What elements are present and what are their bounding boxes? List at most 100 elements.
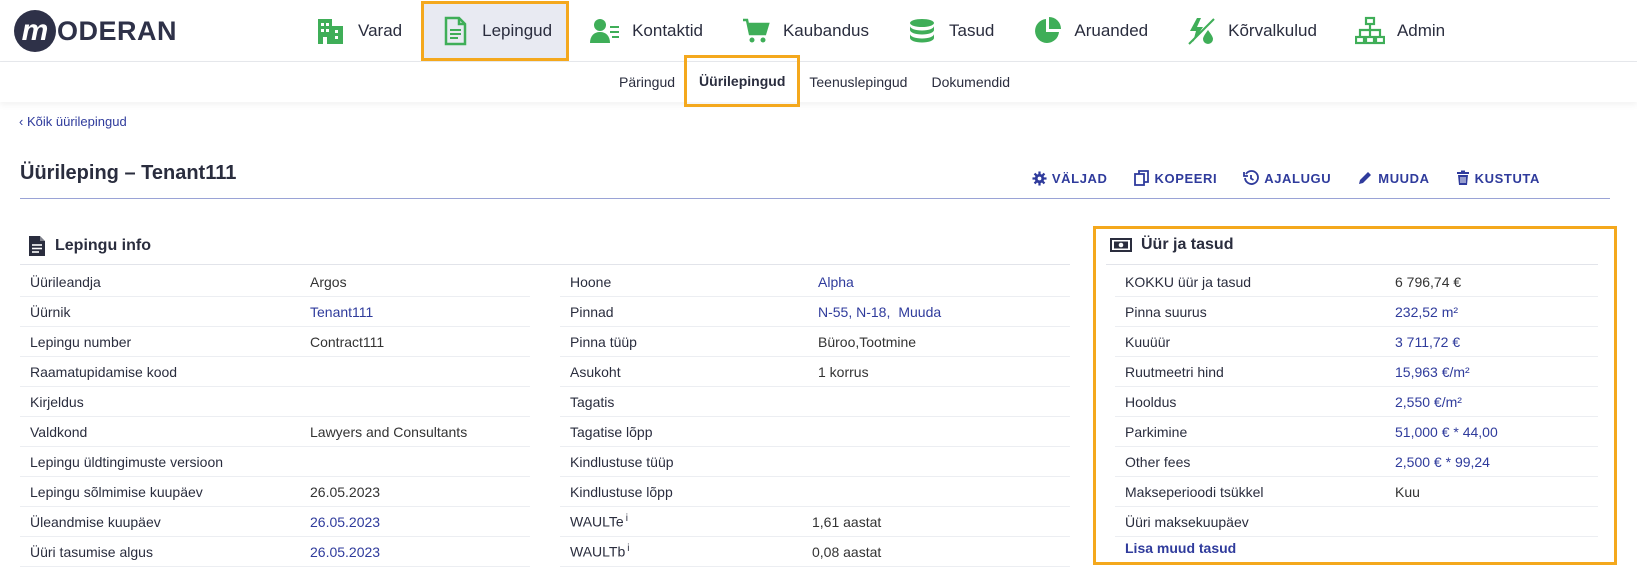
pencil-icon [1359,172,1372,184]
info-key: WAULTe i [560,513,812,530]
info-row: Lepingu üldtingimuste versioon [20,447,530,477]
delete-button[interactable]: KUSTUTA [1456,170,1540,186]
rent-key: Pinna suurus [1125,303,1207,320]
monthly-rent-link[interactable]: 3 711,72 € [1395,334,1460,350]
subnav-teenuslepingud[interactable]: Teenuslepingud [797,62,919,102]
contacts-icon [588,14,622,48]
nav-label: Kaubandus [782,21,869,40]
info-key: Kindlustuse lõpp [570,483,673,500]
info-row: Asukoht 1 korrus [560,357,1070,387]
other-fees-link[interactable]: 2,500 € * 99,24 [1395,454,1490,470]
history-label: AJALUGU [1264,170,1332,186]
info-row: WAULTe i 1,61 aastat [560,507,1070,537]
rent-value: 6 796,74 € [1395,273,1462,290]
info-row: Üürileandja Argos [20,267,530,297]
info-row: Pinnad N-55, N-18, Muuda [560,297,1070,327]
edit-units-link[interactable]: Muuda [898,304,941,320]
info-key: Asukoht [570,363,621,380]
rent-key: Ruutmeetri hind [1125,363,1224,380]
page-title: Üürileping – Tenant111 [20,162,237,184]
parking-link[interactable]: 51,000 € * 44,00 [1395,424,1498,440]
rent-row: Hooldus 2,550 €/m² [1115,387,1598,417]
logo-text: ODERAN [57,15,178,46]
rent-start-link[interactable]: 26.05.2023 [310,544,380,560]
rent-key: KOKKU üür ja tasud [1125,273,1252,290]
subnav-paringud[interactable]: Päringud [607,62,687,102]
chevron-left-icon: ‹ [19,114,27,129]
nav-kaubandus[interactable]: Kaubandus [725,4,883,58]
info-key: Kindlustuse tüüp [570,453,674,470]
info-key: WAULTb i [560,543,812,560]
area-size-link[interactable]: 232,52 m² [1395,304,1458,320]
waultb-label: WAULTb [570,543,626,560]
contract-info-heading: Lepingu info [28,236,151,256]
sub-nav: Päringud Üürilepingud Teenuslepingud Dok… [0,55,1637,107]
info-row: Lepingu sõlmimise kuupäev 26.05.2023 [20,477,530,507]
history-button[interactable]: AJALUGU [1243,170,1331,186]
info-row: Pinna tüüp Büroo,Tootmine [560,327,1070,357]
rent-row: Üüri maksekuupäev [1115,507,1598,537]
info-key: Hoone [570,273,612,290]
subnav-yyrilepingud[interactable]: Üürilepingud [684,55,801,107]
nav-korvalkulud[interactable]: Kõrvalkulud [1170,4,1331,58]
nav-kontaktid[interactable]: Kontaktid [574,4,717,58]
nav-label: Admin [1396,21,1446,40]
contract-info-left: Üürileandja Argos Üürnik Tenant111 Lepingu… [20,267,530,567]
info-key: Lepingu sõlmimise kuupäev [30,483,203,500]
fields-button[interactable]: VÄLJAD [1032,171,1108,186]
sqm-price-link[interactable]: 15,963 €/m² [1395,364,1470,380]
back-link[interactable]: ‹ Kõik üürilepingud [19,114,127,129]
money-icon [1110,238,1132,252]
rent-key: Other fees [1125,453,1191,470]
coins-icon [905,14,939,48]
nav-aruanded[interactable]: Aruanded [1016,4,1162,58]
info-row: Üürnik Tenant111 [20,297,530,327]
rent-row: Ruutmeetri hind 15,963 €/m² [1115,357,1598,387]
edit-button[interactable]: MUUDA [1357,170,1429,186]
rent-key: Üüri maksekuupäev [1125,513,1249,530]
rent-value: Kuu [1395,483,1420,500]
moderan-logo[interactable]: m ODERAN [14,10,177,52]
info-tooltip-icon[interactable]: i [626,513,628,524]
nav-tasud[interactable]: Tasud [891,4,1008,58]
pie-chart-icon [1030,14,1064,48]
document-icon [438,14,472,48]
info-row: Kirjeldus [20,387,530,417]
rent-row: Parkimine 51,000 € * 44,00 [1115,417,1598,447]
fields-label: VÄLJAD [1051,170,1108,186]
back-link-label: Kõik üürilepingud [26,114,127,129]
handover-date-link[interactable]: 26.05.2023 [310,514,380,530]
info-row: Tagatis [560,387,1070,417]
info-row: Hoone Alpha [560,267,1070,297]
info-key: Tagatise lõpp [570,423,653,440]
contract-info-divider [20,264,1070,265]
subnav-dokumendid[interactable]: Dokumendid [919,62,1022,102]
info-row: Üleandmise kuupäev 26.05.2023 [20,507,530,537]
nav-admin[interactable]: Admin [1339,4,1459,58]
tenant-link[interactable]: Tenant111 [310,304,373,320]
nav-label: Varad [358,21,403,40]
add-fees-link[interactable]: Lisa muud tasud [1125,540,1236,556]
rent-key: Makseperioodi tsükkel [1125,483,1264,500]
copy-button[interactable]: KOPEERI [1133,170,1218,186]
gear-icon [1032,170,1047,186]
nav-varad[interactable]: Varad [300,4,416,58]
buildings-icon [314,14,348,48]
info-key: Üürileandja [30,273,101,290]
maintenance-link[interactable]: 2,550 €/m² [1395,394,1462,410]
building-link[interactable]: Alpha [818,274,854,290]
info-row: Tagatise lõpp [560,417,1070,447]
nav-label: Kontaktid [632,21,703,40]
rent-heading: Üür ja tasud [1110,236,1233,254]
info-key: Valdkond [30,423,88,440]
nav-lepingud[interactable]: Lepingud [421,1,570,61]
units-link[interactable]: N-55, N-18, [818,304,890,320]
info-value: Contract111 [310,333,385,350]
info-value: 1 korrus [818,363,869,380]
rent-row: Kuuüür 3 711,72 € [1115,327,1598,357]
rent-row: Makseperioodi tsükkel Kuu [1115,477,1598,507]
info-tooltip-icon[interactable]: i [627,543,629,554]
edit-label: MUUDA [1378,170,1430,186]
rent-rows: KOKKU üür ja tasud 6 796,74 € Pinna suuru… [1115,267,1598,537]
org-chart-icon [1353,14,1387,48]
